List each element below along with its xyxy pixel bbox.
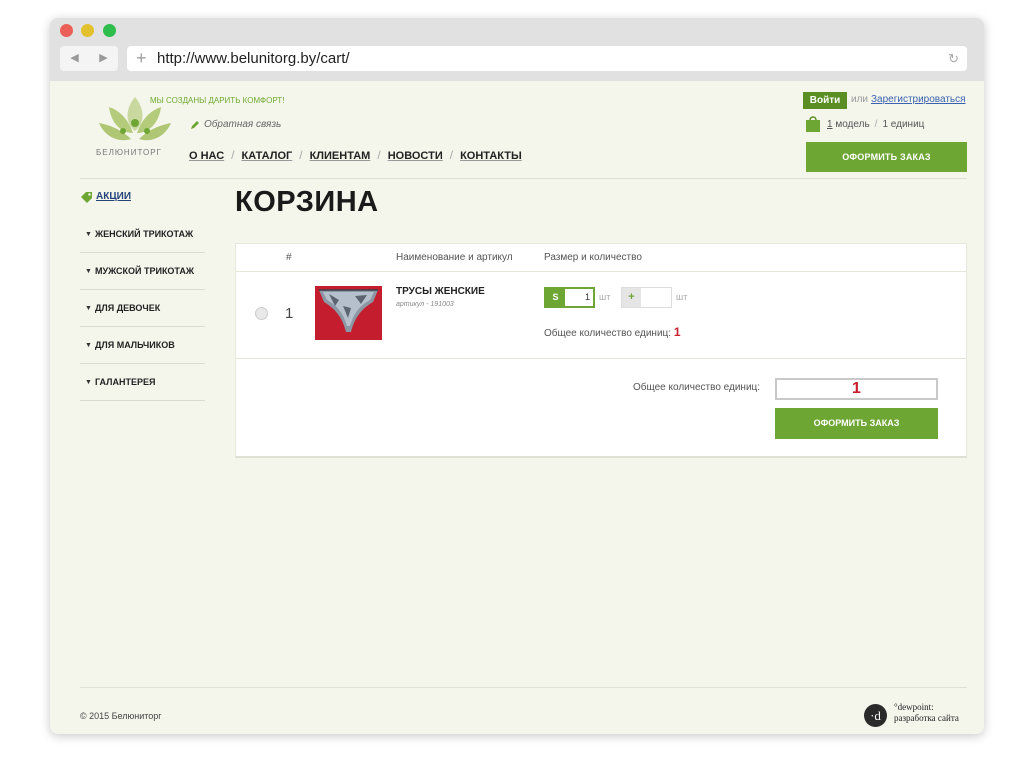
main-navigation: О НАС / КАТАЛОГ / КЛИЕНТАМ / НОВОСТИ / КОНТАКТЫ [189, 146, 522, 162]
sidebar-item-women[interactable]: ▼ ЖЕНСКИЙ ТРИКОТАЖ [80, 216, 205, 253]
cart-units: 1 единиц [882, 119, 925, 130]
developer-tagline: разработка сайта [894, 713, 959, 723]
address-bar[interactable]: + http://www.belunitorg.by/cart/ ↻ [127, 46, 967, 71]
nav-separator: / [449, 148, 454, 162]
unit-label: шт [676, 292, 688, 302]
nav-link-news[interactable]: НОВОСТИ [388, 150, 443, 162]
slogan-text: МЫ СОЗДАНЫ ДАРИТЬ КОМФОРТ! [150, 96, 285, 105]
sidebar-item-label: ДЛЯ МАЛЬЧИКОВ [95, 340, 175, 350]
close-window-button[interactable] [60, 24, 73, 37]
cart-table: # Наименование и артикул Размер и количе… [235, 243, 967, 458]
web-page: БЕЛЮНИТОРГ МЫ СОЗДАНЫ ДАРИТЬ КОМФОРТ! Об… [50, 81, 984, 734]
shopping-bag-icon[interactable] [805, 115, 821, 132]
cart-summary[interactable]: 1 модель / 1 единиц [827, 119, 924, 130]
price-tag-icon [81, 192, 92, 203]
size-quantity-value[interactable]: 1 [585, 289, 590, 306]
item-number: 1 [285, 305, 294, 322]
browser-window: ◀ ▶ + http://www.belunitorg.by/cart/ ↻ Б… [50, 18, 984, 734]
header-divider [80, 178, 967, 179]
item-total-value: 1 [673, 325, 681, 339]
bullet-icon: ▼ [85, 342, 92, 349]
bullet-icon: ▼ [85, 379, 92, 386]
row-divider [236, 358, 966, 359]
size-label: S [546, 289, 565, 306]
nav-separator: / [231, 148, 235, 162]
footer-divider [80, 687, 967, 688]
add-size-button[interactable]: + [622, 288, 641, 307]
url-text[interactable]: http://www.belunitorg.by/cart/ [157, 46, 350, 71]
history-buttons: ◀ ▶ [60, 46, 118, 71]
item-total: Общее количество единиц: 1 [544, 325, 681, 339]
cart-separator: / [874, 119, 878, 130]
add-size-field[interactable]: + [621, 287, 672, 308]
page-title: КОРЗИНА [235, 186, 379, 218]
sidebar-item-girls[interactable]: ▼ ДЛЯ ДЕВОЧЕК [80, 290, 205, 327]
sidebar-item-boys[interactable]: ▼ ДЛЯ МАЛЬЧИКОВ [80, 327, 205, 364]
item-total-label: Общее количество единиц: [544, 328, 672, 339]
sidebar-item-men[interactable]: ▼ МУЖСКОЙ ТРИКОТАЖ [80, 253, 205, 290]
developer-credit[interactable]: °dewpoint: разработка сайта [894, 702, 959, 724]
copyright-text: © 2015 Белюниторг [80, 711, 162, 721]
developer-logo[interactable]: ·d [864, 704, 887, 727]
header-order-button[interactable]: ОФОРМИТЬ ЗАКАЗ [806, 142, 967, 172]
logo-wordmark: БЕЛЮНИТОРГ [96, 148, 162, 157]
checkout-button[interactable]: ОФОРМИТЬ ЗАКАЗ [775, 408, 938, 439]
maximize-window-button[interactable] [103, 24, 116, 37]
header-row-divider [236, 271, 966, 272]
register-link[interactable]: Зарегистрироваться [871, 94, 966, 105]
product-thumbnail[interactable] [315, 286, 382, 340]
column-header-number: # [286, 252, 292, 263]
column-header-size: Размер и количество [544, 252, 642, 263]
nav-link-about[interactable]: О НАС [189, 150, 224, 162]
bullet-icon: ▼ [85, 268, 92, 275]
sidebar-item-label: МУЖСКОЙ ТРИКОТАЖ [95, 266, 194, 276]
pencil-icon [191, 121, 199, 129]
back-button[interactable]: ◀ [60, 46, 89, 71]
minimize-window-button[interactable] [81, 24, 94, 37]
size-quantity-field-s[interactable]: S 1 [544, 287, 595, 308]
nav-separator: / [377, 148, 381, 162]
sidebar-item-label: ГАЛАНТЕРЕЯ [95, 377, 156, 387]
sidebar-item-accessories[interactable]: ▼ ГАЛАНТЕРЕЯ [80, 364, 205, 401]
unit-label: шт [599, 292, 611, 302]
sidebar-item-label: ЖЕНСКИЙ ТРИКОТАЖ [95, 229, 194, 239]
column-header-name: Наименование и артикул [396, 252, 513, 263]
cart-models-label: модель [835, 119, 870, 130]
nav-link-clients[interactable]: КЛИЕНТАМ [310, 150, 371, 162]
new-tab-icon[interactable]: + [136, 46, 147, 71]
reload-icon[interactable]: ↻ [948, 46, 959, 71]
developer-name: °dewpoint: [894, 702, 934, 712]
grand-total-field: 1 [775, 378, 938, 400]
bullet-icon: ▼ [85, 231, 92, 238]
sidebar-item-label: ДЛЯ ДЕВОЧЕК [95, 303, 161, 313]
grand-total-label: Общее количество единиц: [633, 382, 761, 393]
nav-link-catalog[interactable]: КАТАЛОГ [242, 150, 293, 162]
product-article: артикул - 191003 [396, 301, 454, 308]
bullet-icon: ▼ [85, 305, 92, 312]
forward-button[interactable]: ▶ [89, 46, 118, 71]
item-select-radio[interactable] [255, 307, 268, 320]
login-button[interactable]: Войти [803, 92, 847, 109]
promo-link[interactable]: АКЦИИ [96, 191, 131, 202]
browser-chrome: ◀ ▶ + http://www.belunitorg.by/cart/ ↻ [50, 18, 984, 81]
nav-separator: / [299, 148, 303, 162]
product-name[interactable]: ТРУСЫ ЖЕНСКИЕ [396, 286, 485, 297]
nav-link-contacts[interactable]: КОНТАКТЫ [460, 150, 522, 162]
cart-models-count[interactable]: 1 [827, 119, 833, 130]
or-text: или [851, 94, 869, 105]
feedback-link[interactable]: Обратная связь [204, 119, 281, 130]
